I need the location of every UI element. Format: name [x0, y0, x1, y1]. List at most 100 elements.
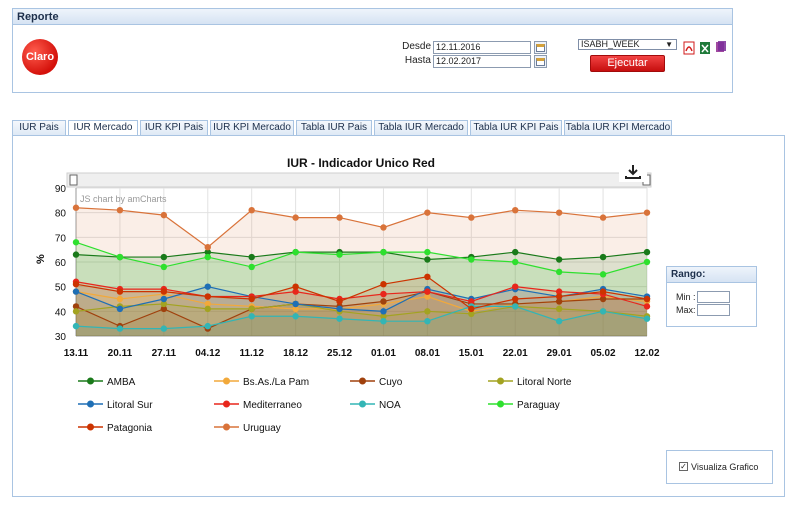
- data-point[interactable]: [643, 315, 651, 322]
- data-point[interactable]: [72, 322, 80, 330]
- data-point[interactable]: [336, 305, 343, 313]
- data-point[interactable]: [160, 288, 168, 295]
- data-point[interactable]: [160, 263, 168, 271]
- data-point[interactable]: [380, 298, 387, 305]
- data-point[interactable]: [468, 214, 475, 221]
- data-point[interactable]: [555, 305, 563, 313]
- data-point[interactable]: [72, 204, 80, 211]
- y-tick-label: 80: [55, 209, 67, 220]
- data-point[interactable]: [555, 318, 563, 325]
- data-point[interactable]: [555, 209, 563, 216]
- data-point[interactable]: [116, 207, 124, 214]
- legend-item[interactable]: Paraguay: [517, 400, 560, 411]
- chart-scrollbar[interactable]: [66, 172, 652, 188]
- data-point[interactable]: [380, 224, 387, 231]
- data-point[interactable]: [643, 248, 651, 256]
- data-point[interactable]: [555, 293, 563, 300]
- data-point[interactable]: [424, 248, 431, 256]
- x-tick-label: 05.02: [591, 348, 616, 359]
- data-point[interactable]: [72, 308, 80, 315]
- rango-max-input[interactable]: [697, 304, 730, 316]
- data-point[interactable]: [555, 268, 563, 276]
- data-point[interactable]: [292, 283, 299, 290]
- data-point[interactable]: [160, 325, 168, 332]
- data-point[interactable]: [204, 305, 211, 313]
- data-point[interactable]: [643, 295, 651, 303]
- data-point[interactable]: [380, 281, 387, 288]
- data-point[interactable]: [512, 303, 519, 310]
- data-point[interactable]: [599, 308, 607, 315]
- data-point[interactable]: [512, 283, 519, 290]
- data-point[interactable]: [116, 253, 124, 261]
- data-point[interactable]: [599, 288, 607, 295]
- data-point[interactable]: [248, 305, 255, 313]
- data-point[interactable]: [643, 258, 651, 266]
- data-point[interactable]: [380, 318, 387, 325]
- data-point[interactable]: [336, 251, 343, 258]
- download-icon[interactable]: [619, 162, 647, 182]
- legend-item[interactable]: Uruguay: [243, 423, 281, 434]
- data-point[interactable]: [424, 256, 431, 263]
- data-point[interactable]: [512, 248, 519, 256]
- data-point[interactable]: [72, 239, 80, 246]
- data-point[interactable]: [380, 308, 387, 315]
- data-point[interactable]: [555, 256, 563, 263]
- rango-min-input[interactable]: [697, 291, 730, 303]
- visualiza-checkbox[interactable]: ✓: [679, 462, 688, 471]
- data-point[interactable]: [116, 305, 124, 313]
- data-point[interactable]: [72, 288, 80, 295]
- data-point[interactable]: [248, 207, 255, 214]
- data-point[interactable]: [160, 295, 168, 303]
- data-point[interactable]: [248, 313, 255, 320]
- data-point[interactable]: [72, 251, 80, 258]
- data-point[interactable]: [292, 248, 299, 256]
- data-point[interactable]: [599, 253, 607, 261]
- legend-item[interactable]: Mediterraneo: [243, 400, 302, 411]
- legend-item[interactable]: Bs.As./La Pam: [243, 377, 309, 388]
- data-point[interactable]: [248, 253, 255, 261]
- data-point[interactable]: [336, 315, 343, 322]
- data-point[interactable]: [292, 300, 299, 308]
- data-point[interactable]: [424, 308, 431, 315]
- legend-item[interactable]: Patagonia: [107, 423, 152, 434]
- data-point[interactable]: [643, 209, 651, 216]
- data-point[interactable]: [424, 318, 431, 325]
- legend-item[interactable]: NOA: [379, 400, 401, 411]
- data-point[interactable]: [424, 288, 431, 295]
- data-point[interactable]: [248, 263, 255, 271]
- legend-item[interactable]: Litoral Sur: [107, 400, 153, 411]
- legend-item[interactable]: Cuyo: [379, 377, 403, 388]
- data-point[interactable]: [512, 295, 519, 303]
- data-point[interactable]: [292, 214, 299, 221]
- data-point[interactable]: [336, 298, 343, 305]
- data-point[interactable]: [512, 207, 519, 214]
- data-point[interactable]: [204, 253, 211, 261]
- data-point[interactable]: [248, 295, 255, 303]
- data-point[interactable]: [424, 209, 431, 216]
- data-point[interactable]: [204, 283, 211, 290]
- data-point[interactable]: [116, 325, 124, 332]
- data-point[interactable]: [643, 303, 651, 310]
- data-point[interactable]: [292, 313, 299, 320]
- data-point[interactable]: [116, 295, 124, 303]
- data-point[interactable]: [468, 305, 475, 313]
- data-point[interactable]: [599, 214, 607, 221]
- legend-item[interactable]: Litoral Norte: [517, 377, 572, 388]
- data-point[interactable]: [160, 253, 168, 261]
- legend-item[interactable]: AMBA: [107, 377, 136, 388]
- legend-marker: [87, 377, 94, 385]
- data-point[interactable]: [380, 290, 387, 298]
- data-point[interactable]: [468, 256, 475, 263]
- data-point[interactable]: [336, 214, 343, 221]
- data-point[interactable]: [160, 211, 168, 219]
- scrollbar-left-handle[interactable]: [69, 174, 78, 186]
- data-point[interactable]: [599, 271, 607, 278]
- data-point[interactable]: [424, 273, 431, 280]
- data-point[interactable]: [72, 281, 80, 288]
- data-point[interactable]: [380, 248, 387, 256]
- data-point[interactable]: [204, 293, 211, 300]
- data-point[interactable]: [116, 288, 124, 295]
- data-point[interactable]: [204, 322, 211, 330]
- data-point[interactable]: [512, 258, 519, 266]
- data-point[interactable]: [204, 244, 211, 251]
